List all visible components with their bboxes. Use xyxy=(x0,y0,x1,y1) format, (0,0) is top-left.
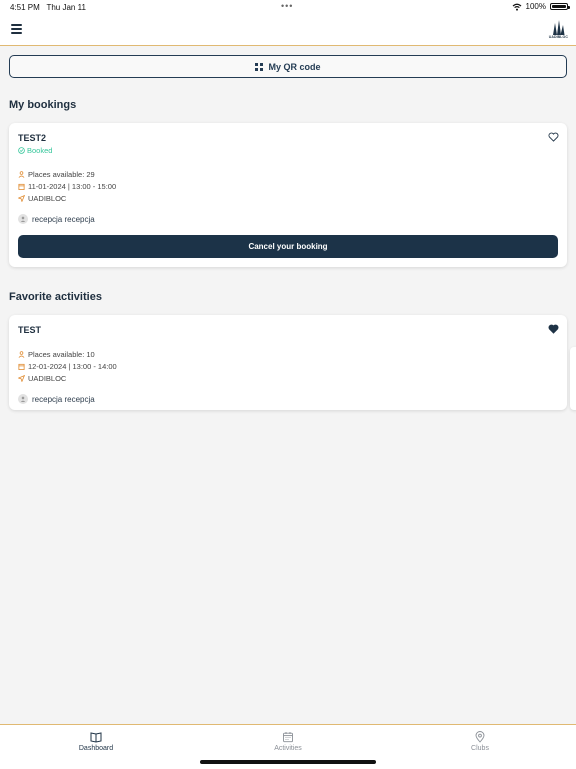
status-time: 4:51 PM Thu Jan 11 xyxy=(10,3,86,12)
person-icon xyxy=(18,351,25,358)
check-badge-icon xyxy=(18,147,25,154)
menu-icon[interactable] xyxy=(11,24,22,34)
status-bar: 4:51 PM Thu Jan 11 ••• 100% xyxy=(0,0,576,14)
my-bookings-title: My bookings xyxy=(9,99,77,111)
nav-dashboard-label: Dashboard xyxy=(78,745,114,752)
qr-button-label: My QR code xyxy=(268,61,321,72)
my-qr-code-button[interactable]: My QR code xyxy=(9,55,567,78)
multitasking-dots-icon[interactable]: ••• xyxy=(281,1,293,11)
avatar-icon xyxy=(18,394,28,404)
favorite-activity-name: TEST xyxy=(18,325,42,335)
places-row: Places available: 29 xyxy=(18,170,95,179)
nav-clubs[interactable]: Clubs xyxy=(440,731,520,752)
datetime-row: 12-01-2024 | 13:00 - 14:00 xyxy=(18,362,117,371)
nav-activities[interactable]: Activities xyxy=(248,731,328,752)
favorite-activities-title: Favorite activities xyxy=(9,291,102,303)
wifi-icon xyxy=(512,3,521,11)
status-indicators: 100% xyxy=(512,2,570,11)
datetime-row: 11-01-2024 | 13:00 - 15:00 xyxy=(18,182,116,191)
location-row: UADIBLOC xyxy=(18,194,66,203)
instructor-row: recepcja recepcja xyxy=(18,394,95,404)
nav-dashboard[interactable]: Dashboard xyxy=(56,731,136,752)
location-row: UADIBLOC xyxy=(18,374,66,383)
instructor-name: recepcja recepcja xyxy=(32,394,95,404)
booked-label: Booked xyxy=(27,146,53,155)
next-favorite-card-peek[interactable] xyxy=(570,347,576,410)
nav-activities-label: Activities xyxy=(274,745,302,752)
booking-location: UADIBLOC xyxy=(28,194,67,203)
top-bar: UADIBLOC xyxy=(0,14,576,46)
book-icon xyxy=(90,732,102,743)
favorite-datetime: 12-01-2024 | 13:00 - 14:00 xyxy=(28,362,117,371)
favorite-outline-heart-icon[interactable] xyxy=(548,132,559,142)
home-indicator[interactable] xyxy=(200,760,376,764)
battery-icon xyxy=(550,3,570,10)
instructor-name: recepcja recepcja xyxy=(32,214,95,224)
booking-card[interactable]: TEST2 Booked Places available: 29 11-01-… xyxy=(9,123,567,267)
instructor-row: recepcja recepcja xyxy=(18,214,95,224)
places-available: Places available: 29 xyxy=(28,170,95,179)
battery-percent: 100% xyxy=(525,2,546,11)
booking-status: Booked xyxy=(18,146,52,155)
places-row: Places available: 10 xyxy=(18,350,95,359)
places-available: Places available: 10 xyxy=(28,350,95,359)
map-pin-icon xyxy=(475,731,485,743)
qr-code-icon xyxy=(255,62,264,71)
calendar-small-icon xyxy=(18,183,25,190)
booking-activity-name: TEST2 xyxy=(18,133,47,143)
logo-text: UADIBLOC xyxy=(548,35,568,39)
calendar-icon xyxy=(283,732,293,743)
avatar-icon xyxy=(18,214,28,224)
favorite-location: UADIBLOC xyxy=(28,374,67,383)
favorite-activity-card[interactable]: TEST Places available: 10 12-01-2024 | 1… xyxy=(9,315,567,410)
person-icon xyxy=(18,171,25,178)
nav-clubs-label: Clubs xyxy=(471,745,489,752)
booking-datetime: 11-01-2024 | 13:00 - 15:00 xyxy=(28,182,117,191)
calendar-small-icon xyxy=(18,363,25,370)
location-arrow-icon xyxy=(18,195,25,202)
location-arrow-icon xyxy=(18,375,25,382)
cancel-booking-button[interactable]: Cancel your booking xyxy=(18,235,558,258)
favorite-filled-heart-icon[interactable] xyxy=(548,324,559,334)
